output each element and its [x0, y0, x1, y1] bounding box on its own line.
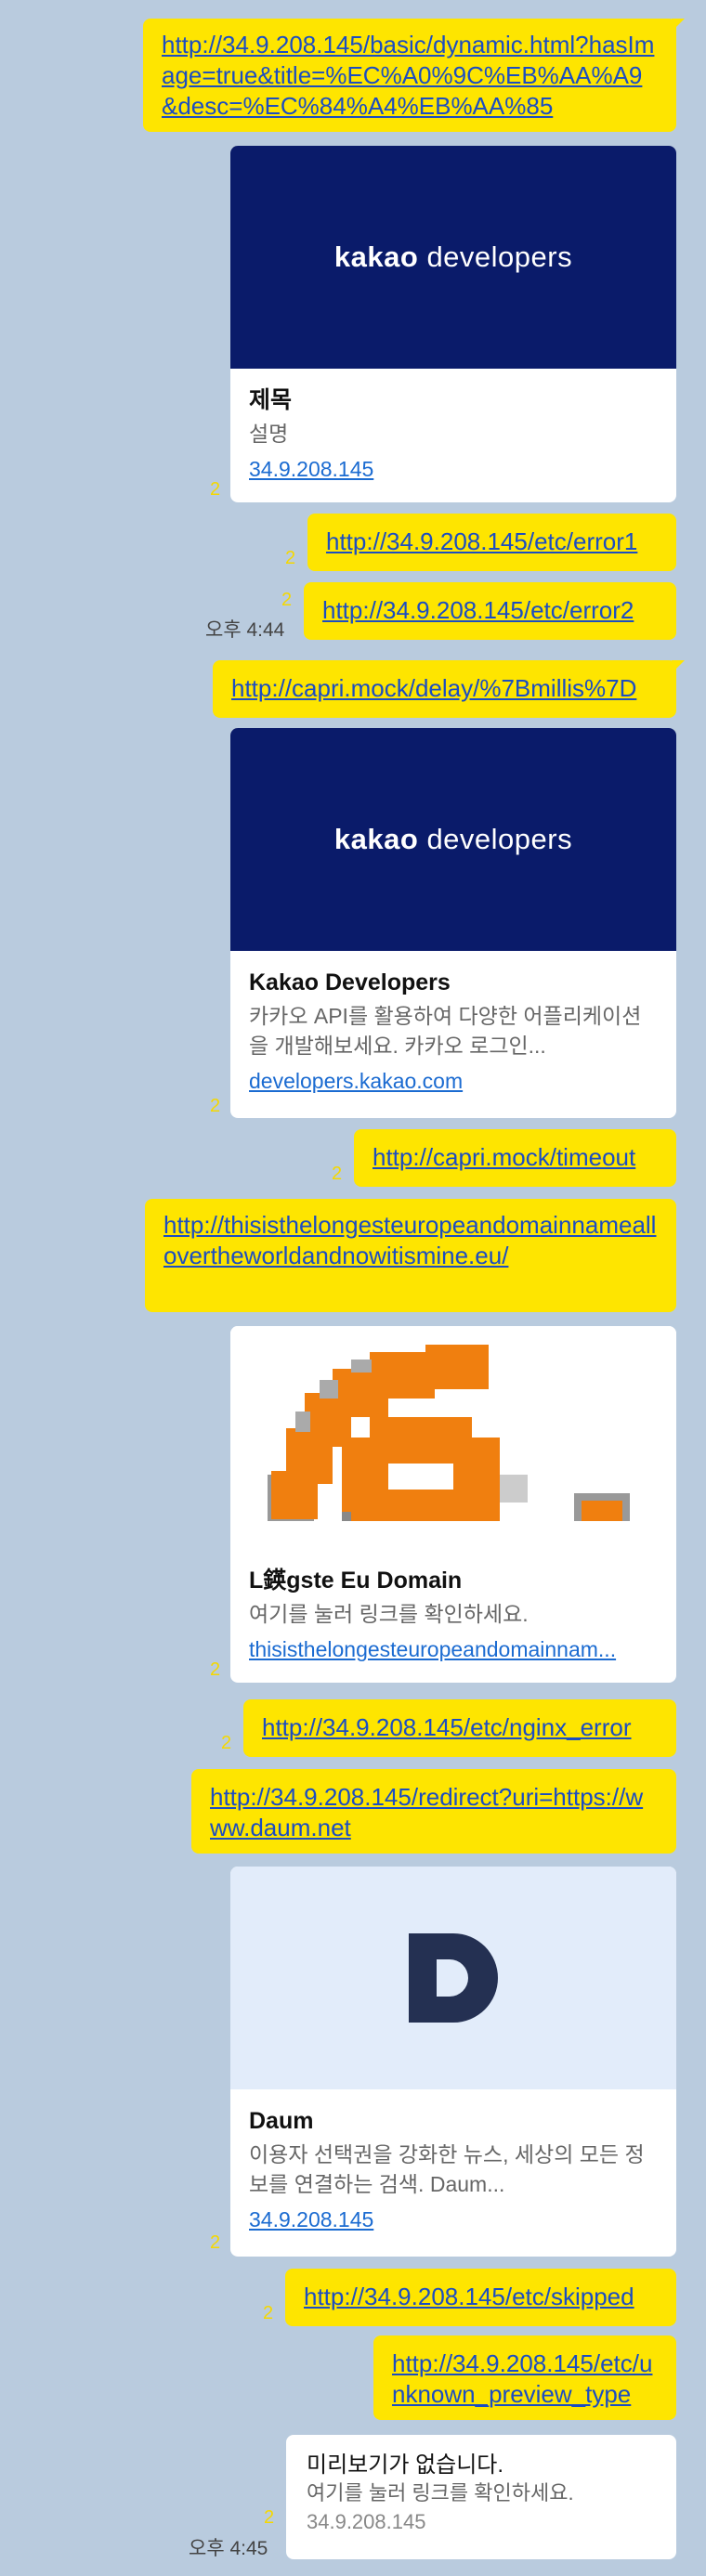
preview-description: 카카오 API를 활용하여 다양한 어플리케이션을 개발해보세요. 카카오 로그…: [249, 1004, 642, 1058]
unread-count: 2: [221, 1733, 232, 1753]
message-link[interactable]: http://capri.mock/timeout: [373, 1142, 658, 1173]
no-preview-title: 미리보기가 없습니다.: [307, 2452, 504, 2478]
message-bubble[interactable]: http://34.9.208.145/etc/unknown_preview_…: [373, 2335, 676, 2420]
preview-thumbnail: D: [230, 1867, 676, 2089]
message-link[interactable]: http://34.9.208.145/etc/unknown_preview_…: [392, 2348, 658, 2410]
preview-title: Daum: [249, 2108, 314, 2134]
message-link[interactable]: http://34.9.208.145/etc/skipped: [304, 2282, 658, 2312]
message-link[interactable]: http://34.9.208.145/etc/error1: [326, 527, 658, 557]
message-bubble[interactable]: http://34.9.208.145/etc/nginx_error: [243, 1699, 676, 1757]
unread-count: 2: [210, 1659, 221, 1680]
no-preview-description: 여기를 눌러 링크를 확인하세요.: [307, 2481, 574, 2504]
link-preview-card[interactable]: kakao developers Kakao Developers 카카오 AP…: [230, 728, 676, 1118]
message-bubble[interactable]: http://34.9.208.145/etc/skipped: [285, 2269, 676, 2326]
message-link[interactable]: http://34.9.208.145/redirect?uri=https:/…: [210, 1782, 658, 1843]
message-bubble[interactable]: http://capri.mock/delay/%7Bmillis%7D: [213, 660, 685, 718]
link-preview-card[interactable]: L鍈gste Eu Domain 여기를 눌러 링크를 확인하세요. thisi…: [230, 1326, 676, 1683]
message-link[interactable]: http://34.9.208.145/etc/nginx_error: [262, 1712, 658, 1743]
message-link[interactable]: http://capri.mock/delay/%7Bmillis%7D: [231, 673, 658, 704]
message-bubble[interactable]: http://34.9.208.145/basic/dynamic.html?h…: [143, 19, 685, 132]
message-bubble[interactable]: http://34.9.208.145/etc/error2: [304, 582, 676, 640]
preview-description: 이용자 선택권을 강화한 뉴스, 세상의 모든 정보를 연결하는 검색. Dau…: [249, 2142, 645, 2196]
message-link[interactable]: http://thisisthelongesteuropeandomainnam…: [163, 1210, 658, 1271]
unread-count: 2: [210, 479, 221, 500]
preview-domain[interactable]: thisisthelongesteuropeandomainnam...: [249, 1634, 658, 1664]
preview-title: 제목: [249, 387, 293, 413]
preview-title: Kakao Developers: [249, 969, 451, 995]
message-bubble[interactable]: http://34.9.208.145/redirect?uri=https:/…: [191, 1769, 676, 1854]
link-preview-card[interactable]: D Daum 이용자 선택권을 강화한 뉴스, 세상의 모든 정보를 연결하는 …: [230, 1867, 676, 2257]
preview-domain[interactable]: developers.kakao.com: [249, 1066, 658, 1096]
preview-domain[interactable]: 34.9.208.145: [249, 454, 658, 484]
unread-count: 2: [210, 2232, 221, 2253]
message-bubble[interactable]: http://thisisthelongesteuropeandomainnam…: [145, 1199, 676, 1312]
message-link[interactable]: http://34.9.208.145/etc/error2: [322, 595, 658, 626]
preview-title: L鍈gste Eu Domain: [249, 1568, 463, 1594]
eu-domain-logo-icon: [268, 1345, 630, 1521]
preview-thumbnail: kakao developers: [230, 146, 676, 369]
message-bubble[interactable]: http://capri.mock/timeout: [354, 1129, 676, 1187]
link-preview-card[interactable]: kakao developers 제목 설명 34.9.208.145: [230, 146, 676, 502]
message-link[interactable]: http://34.9.208.145/basic/dynamic.html?h…: [162, 30, 658, 122]
kakao-developers-logo: kakao developers: [333, 823, 573, 855]
preview-description: 여기를 눌러 링크를 확인하세요.: [249, 1602, 529, 1626]
message-timestamp: 오후 4:44: [205, 619, 285, 641]
daum-logo-icon: D: [409, 1933, 498, 2023]
no-preview-domain[interactable]: 34.9.208.145: [307, 2507, 656, 2537]
unread-count: 2: [263, 2303, 274, 2323]
preview-domain[interactable]: 34.9.208.145: [249, 2205, 658, 2234]
kakao-developers-logo: kakao developers: [333, 241, 573, 273]
unread-count: 2: [285, 548, 296, 568]
unread-count: 2: [264, 2507, 275, 2528]
message-bubble[interactable]: http://34.9.208.145/etc/error1: [307, 514, 676, 571]
message-timestamp: 오후 4:45: [189, 2538, 268, 2559]
unread-count: 2: [281, 590, 293, 610]
unread-count: 2: [210, 1096, 221, 1116]
no-preview-card[interactable]: 미리보기가 없습니다. 여기를 눌러 링크를 확인하세요. 34.9.208.1…: [286, 2435, 676, 2559]
preview-thumbnail: [230, 1326, 676, 1549]
preview-thumbnail: kakao developers: [230, 728, 676, 951]
unread-count: 2: [332, 1164, 343, 1184]
preview-description: 설명: [249, 422, 289, 446]
